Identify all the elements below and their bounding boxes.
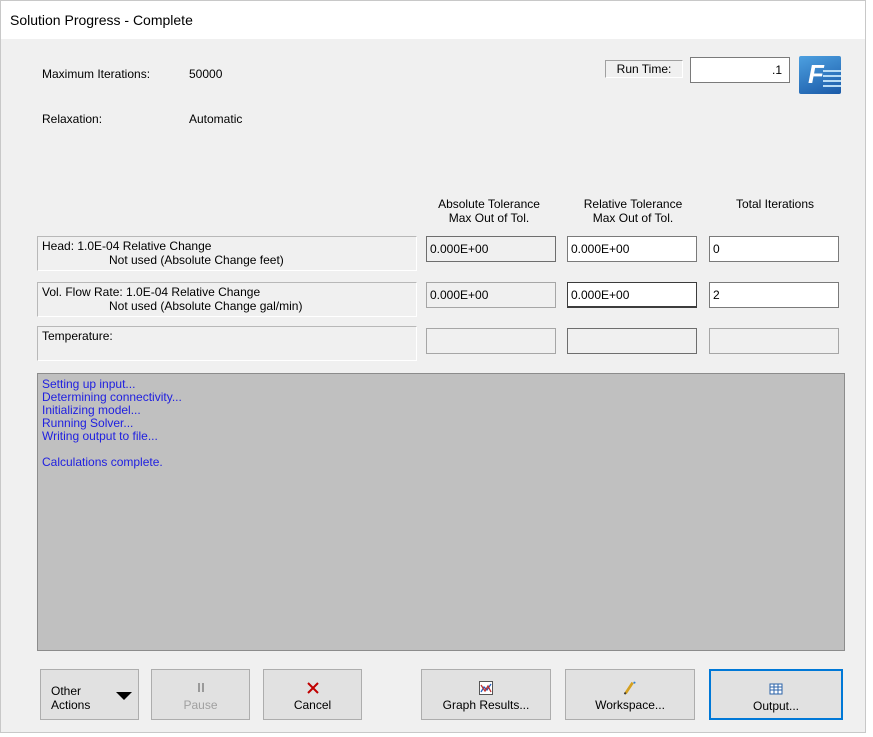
relative-tolerance-header: Relative Tolerance Max Out of Tol. [583, 197, 683, 225]
head-relative-value: 0.000E+00 [567, 236, 697, 262]
window-title: Solution Progress - Complete [10, 12, 193, 28]
cancel-label: Cancel [293, 698, 332, 712]
solver-log[interactable]: Setting up input... Determining connecti… [37, 373, 845, 651]
temperature-relative-value [567, 328, 697, 354]
flow-absolute-value: 0.000E+00 [426, 282, 556, 308]
temperature-absolute-value [426, 328, 556, 354]
flow-relative-value: 0.000E+00 [567, 282, 697, 308]
flow-row-label: Vol. Flow Rate: 1.0E-04 Relative Change … [37, 282, 417, 317]
flow-total-iterations: 2 [709, 282, 839, 308]
total-iterations-header: Total Iterations [735, 197, 815, 211]
max-iterations-value: 50000 [189, 67, 223, 81]
output-label: Output... [752, 699, 800, 713]
head-total-iterations: 0 [709, 236, 839, 262]
fathom-logo-icon: F [799, 56, 841, 94]
relaxation-label: Relaxation: [42, 112, 103, 126]
head-row-label: Head: 1.0E-04 Relative Change Not used (… [37, 236, 417, 271]
workspace-label: Workspace... [595, 698, 665, 712]
solution-progress-window: Solution Progress - Complete Maximum Ite… [0, 0, 866, 733]
pencil-icon [623, 681, 636, 695]
relaxation-value: Automatic [189, 112, 243, 126]
log-line: Writing output to file... [42, 429, 158, 443]
temperature-total-iterations [709, 328, 839, 354]
other-actions-button[interactable]: Other Actions [40, 669, 139, 720]
max-iterations-label: Maximum Iterations: [42, 67, 151, 81]
other-actions-label-line1: Other [51, 684, 82, 698]
cancel-button[interactable]: Cancel [263, 669, 362, 720]
head-absolute-value: 0.000E+00 [426, 236, 556, 262]
cancel-x-icon [306, 682, 319, 694]
graph-icon [479, 681, 493, 695]
absolute-tolerance-header: Absolute Tolerance Max Out of Tol. [438, 197, 540, 225]
other-actions-label-line2: Actions [51, 698, 91, 712]
pause-icon [197, 683, 204, 692]
temperature-row-label: Temperature: [37, 326, 417, 361]
workspace-button[interactable]: Workspace... [565, 669, 695, 720]
pause-label: Pause [183, 698, 218, 712]
output-button[interactable]: Output... [709, 669, 843, 720]
logo-letter: F [808, 59, 824, 89]
log-line: Running Solver... [42, 416, 134, 430]
run-time-label: Run Time: [605, 60, 683, 78]
title-bar: Solution Progress - Complete [1, 1, 865, 39]
table-icon [769, 683, 783, 695]
pause-button[interactable]: Pause [151, 669, 250, 720]
run-time-field: .1 [690, 57, 790, 83]
log-line: Calculations complete. [42, 455, 163, 469]
graph-results-label: Graph Results... [442, 698, 530, 712]
graph-results-button[interactable]: Graph Results... [421, 669, 551, 720]
log-line: Initializing model... [42, 403, 141, 417]
dropdown-arrow-icon [116, 692, 132, 700]
log-line: Determining connectivity... [42, 390, 182, 404]
